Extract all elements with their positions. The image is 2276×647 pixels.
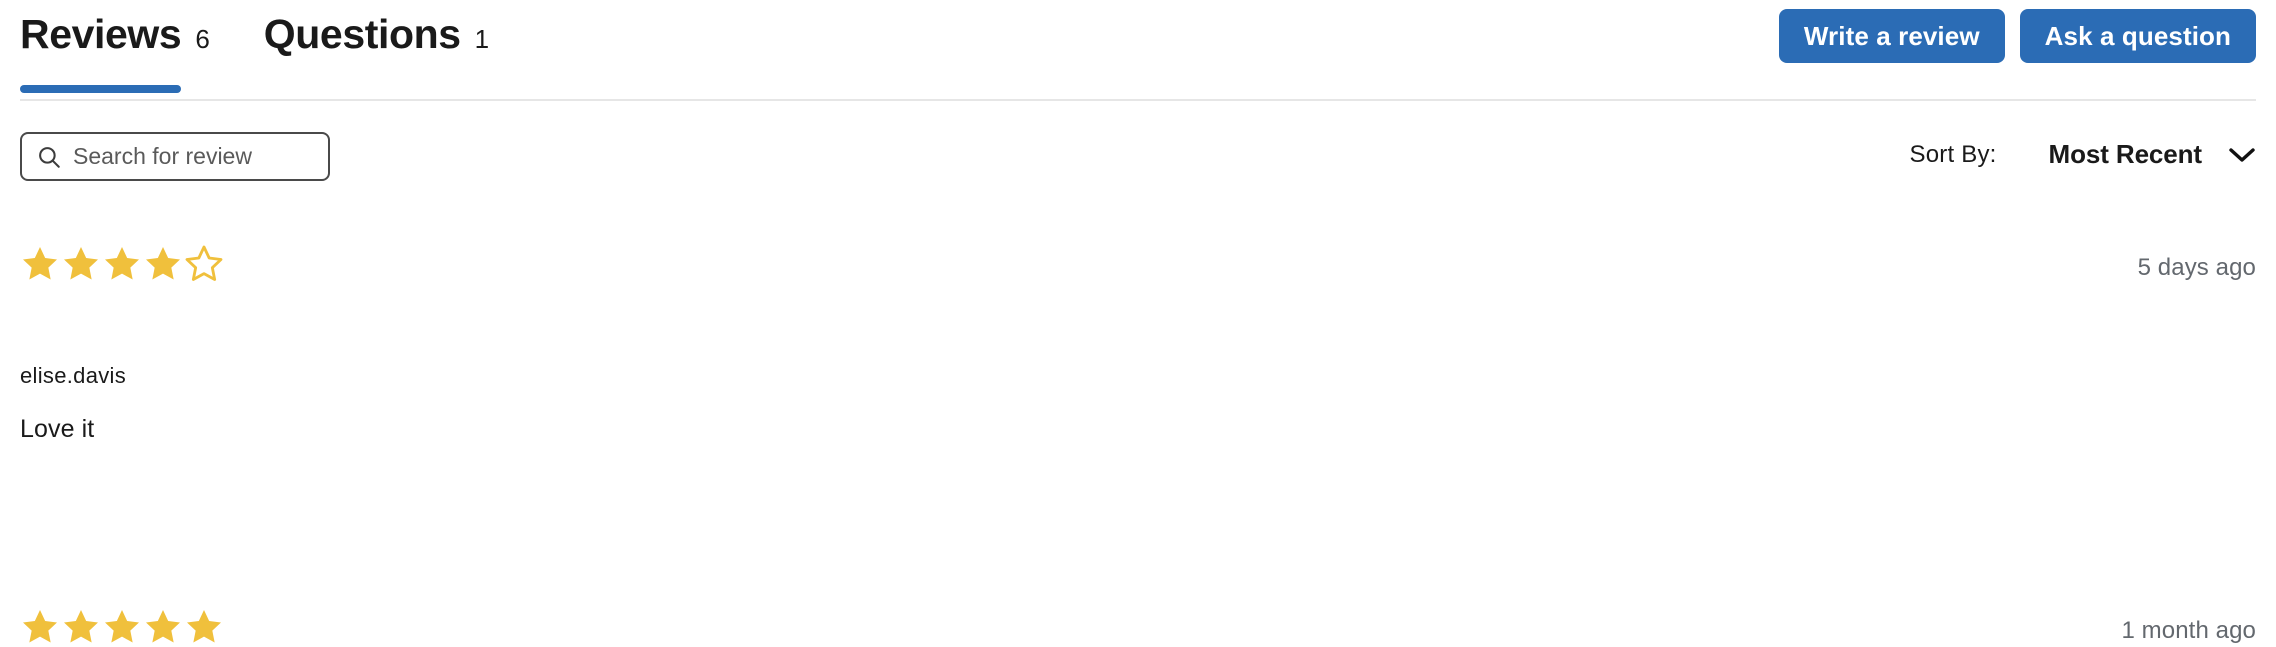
star-filled-icon <box>146 610 180 643</box>
chevron-down-icon <box>2229 147 2255 162</box>
star-filled-icon <box>187 610 221 643</box>
star-filled-icon <box>23 247 57 280</box>
star-filled-icon <box>105 610 139 643</box>
write-review-button[interactable]: Write a review <box>1778 9 2005 63</box>
review-item: 1 month ago <box>0 560 2276 644</box>
star-rating <box>20 244 224 284</box>
review-list: 5 days ago elise.davis Love it 1 month a… <box>0 197 2276 644</box>
sort-selected-value: Most Recent <box>2048 139 2203 169</box>
tab-reviews[interactable]: Reviews 6 <box>20 11 210 93</box>
star-filled-icon <box>64 610 98 643</box>
star-rating <box>20 607 224 647</box>
tab-questions[interactable]: Questions 1 <box>264 14 489 65</box>
sort-dropdown[interactable]: Most Recent <box>2049 139 2256 170</box>
search-box[interactable] <box>20 132 330 181</box>
tab-questions-label: Questions <box>263 11 461 57</box>
star-filled-icon <box>23 610 57 643</box>
review-date: 1 month ago <box>2121 617 2256 644</box>
star-filled-icon <box>64 247 98 280</box>
search-input[interactable] <box>73 143 314 170</box>
review-header: 1 month ago <box>20 560 2256 644</box>
ask-question-button[interactable]: Ask a question <box>2019 9 2256 63</box>
active-tab-indicator <box>20 85 181 93</box>
star-filled-icon <box>146 247 180 280</box>
tab-reviews-count: 6 <box>195 24 210 54</box>
tab-questions-count: 1 <box>474 24 490 54</box>
review-item: 5 days ago elise.davis Love it <box>0 197 2276 444</box>
review-date: 5 days ago <box>2137 254 2256 281</box>
search-icon <box>39 146 60 168</box>
reviews-page: Reviews 6 Questions 1 Write a review Ask… <box>0 0 2276 644</box>
star-filled-icon <box>105 247 139 280</box>
sort-by-label: Sort By: <box>1909 140 1997 168</box>
tab-list: Reviews 6 Questions 1 <box>20 11 489 93</box>
header-actions: Write a review Ask a question <box>1778 9 2256 63</box>
sort-control: Sort By: Most Recent <box>1910 139 2256 170</box>
filter-bar: Sort By: Most Recent <box>0 101 2276 197</box>
review-header: 5 days ago <box>20 197 2256 281</box>
star-outline-icon <box>185 245 223 281</box>
review-body: Love it <box>20 415 95 443</box>
tab-reviews-label: Reviews <box>20 11 182 57</box>
tab-bar: Reviews 6 Questions 1 Write a review Ask… <box>0 0 2276 101</box>
review-author: elise.davis <box>20 363 127 388</box>
